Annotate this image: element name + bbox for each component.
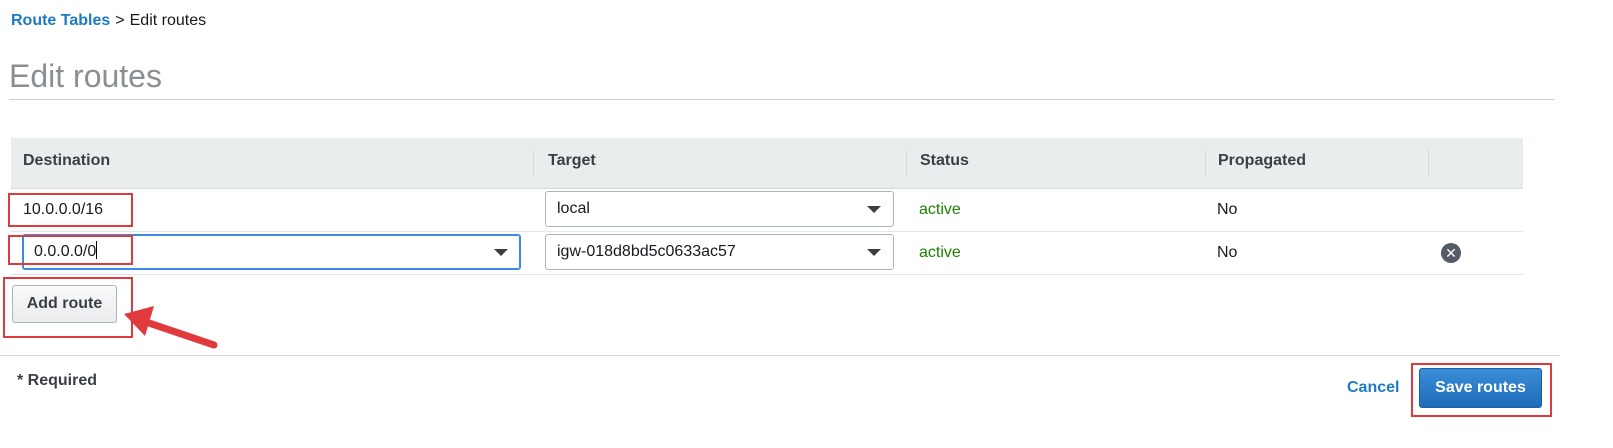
- add-route-button[interactable]: Add route: [12, 285, 117, 323]
- column-header-status: Status: [920, 152, 969, 169]
- breadcrumb-current: Edit routes: [129, 12, 207, 29]
- status-badge: active: [919, 201, 961, 218]
- propagated-value: No: [1217, 201, 1238, 218]
- column-divider: [533, 150, 534, 176]
- breadcrumb-separator: >: [115, 12, 125, 29]
- destination-input-value: 0.0.0.0/0: [34, 243, 97, 260]
- text-cursor: [96, 241, 98, 259]
- target-select[interactable]: local: [545, 191, 894, 227]
- footer-divider: [0, 355, 1560, 356]
- target-select[interactable]: igw-018d8bd5c0633ac57: [545, 234, 894, 270]
- destination-value: 10.0.0.0/16: [23, 201, 104, 218]
- remove-circle-icon[interactable]: ✕: [1441, 243, 1461, 263]
- column-header-propagated: Propagated: [1218, 152, 1307, 169]
- breadcrumb: Route Tables > Edit routes: [11, 12, 206, 30]
- breadcrumb-route-tables-link[interactable]: Route Tables: [11, 12, 110, 29]
- target-select-value: igw-018d8bd5c0633ac57: [557, 243, 736, 260]
- cancel-button[interactable]: Cancel: [1347, 379, 1399, 397]
- column-divider: [906, 150, 907, 176]
- title-divider: [9, 99, 1554, 100]
- column-header-destination: Destination: [23, 152, 111, 169]
- destination-combobox[interactable]: 0.0.0.0/0: [22, 234, 521, 270]
- page-title: Edit routes: [9, 58, 162, 94]
- caret-down-icon: [867, 249, 881, 256]
- column-header-target: Target: [548, 152, 596, 169]
- table-row: 0.0.0.0/0 igw-018d8bd5c0633ac57 active N…: [11, 232, 1523, 275]
- column-divider: [1428, 150, 1429, 176]
- routes-table: Destination Target Status Propagated 10.…: [11, 138, 1523, 275]
- column-divider: [1205, 150, 1206, 176]
- caret-down-icon: [494, 249, 508, 256]
- table-header: Destination Target Status Propagated: [11, 138, 1523, 189]
- save-routes-button[interactable]: Save routes: [1419, 368, 1542, 408]
- required-note: * Required: [17, 372, 98, 389]
- table-row: 10.0.0.0/16 local active No: [11, 189, 1523, 232]
- target-select-value: local: [557, 200, 590, 217]
- propagated-value: No: [1217, 244, 1238, 261]
- status-badge: active: [919, 244, 961, 261]
- caret-down-icon: [867, 206, 881, 213]
